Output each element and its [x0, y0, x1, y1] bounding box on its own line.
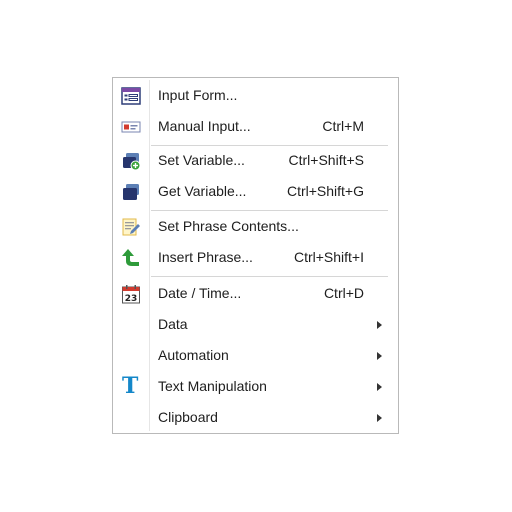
shortcut-label: Ctrl+D: [323, 285, 364, 301]
menu-item-label: Date / Time...: [158, 285, 242, 301]
menu-item-label: Set Variable...: [158, 152, 245, 168]
menu-item-manual-input[interactable]: Manual Input... Ctrl+M: [113, 113, 398, 141]
menu-item-clipboard[interactable]: Clipboard: [113, 404, 398, 432]
menu-item-set-phrase-contents[interactable]: Set Phrase Contents...: [113, 213, 398, 241]
menu-separator: [151, 276, 388, 277]
menu-item-label: Automation: [158, 347, 229, 363]
calendar-day-number: 23: [125, 294, 138, 304]
calendar-icon: 23: [121, 284, 141, 304]
menu-item-text-manipulation[interactable]: T Text Manipulation: [113, 373, 398, 401]
menu-separator: [151, 145, 388, 146]
menu-item-label: Input Form...: [158, 87, 238, 103]
shortcut-label: Ctrl+Shift+I: [293, 249, 364, 265]
shortcut-label: Ctrl+Shift+S: [288, 152, 364, 168]
menu-item-set-variable[interactable]: Set Variable... Ctrl+Shift+S: [113, 147, 398, 175]
menu-separator: [151, 210, 388, 211]
manual-input-icon: [121, 117, 141, 137]
submenu-arrow-icon: [377, 352, 382, 360]
text-manipulation-icon: T: [122, 373, 139, 399]
menu-item-label: Get Variable...: [158, 183, 247, 199]
get-variable-icon: [121, 182, 141, 202]
menu-item-label: Data: [158, 316, 188, 332]
set-phrase-contents-icon: [121, 217, 141, 237]
input-form-icon: [121, 86, 141, 106]
menu-item-label: Manual Input...: [158, 118, 251, 134]
menu-item-label: Text Manipulation: [158, 378, 267, 394]
submenu-arrow-icon: [377, 321, 382, 329]
menu-item-automation[interactable]: Automation: [113, 342, 398, 370]
menu-item-label: Clipboard: [158, 409, 218, 425]
insert-phrase-icon: [121, 248, 141, 268]
submenu-arrow-icon: [377, 383, 382, 391]
menu-item-get-variable[interactable]: Get Variable... Ctrl+Shift+G: [113, 178, 398, 206]
shortcut-label: Ctrl+M: [322, 118, 364, 134]
insert-context-menu: Input Form... Manual Input... Ctrl+M Set…: [112, 77, 399, 434]
menu-item-date-time[interactable]: 23 Date / Time... Ctrl+D: [113, 280, 398, 308]
set-variable-icon: [121, 151, 141, 171]
submenu-arrow-icon: [377, 414, 382, 422]
menu-item-label: Set Phrase Contents...: [158, 218, 299, 234]
menu-item-input-form[interactable]: Input Form...: [113, 82, 398, 110]
shortcut-label: Ctrl+Shift+G: [286, 183, 364, 199]
menu-item-label: Insert Phrase...: [158, 249, 253, 265]
menu-item-data[interactable]: Data: [113, 311, 398, 339]
menu-item-insert-phrase[interactable]: Insert Phrase... Ctrl+Shift+I: [113, 244, 398, 272]
